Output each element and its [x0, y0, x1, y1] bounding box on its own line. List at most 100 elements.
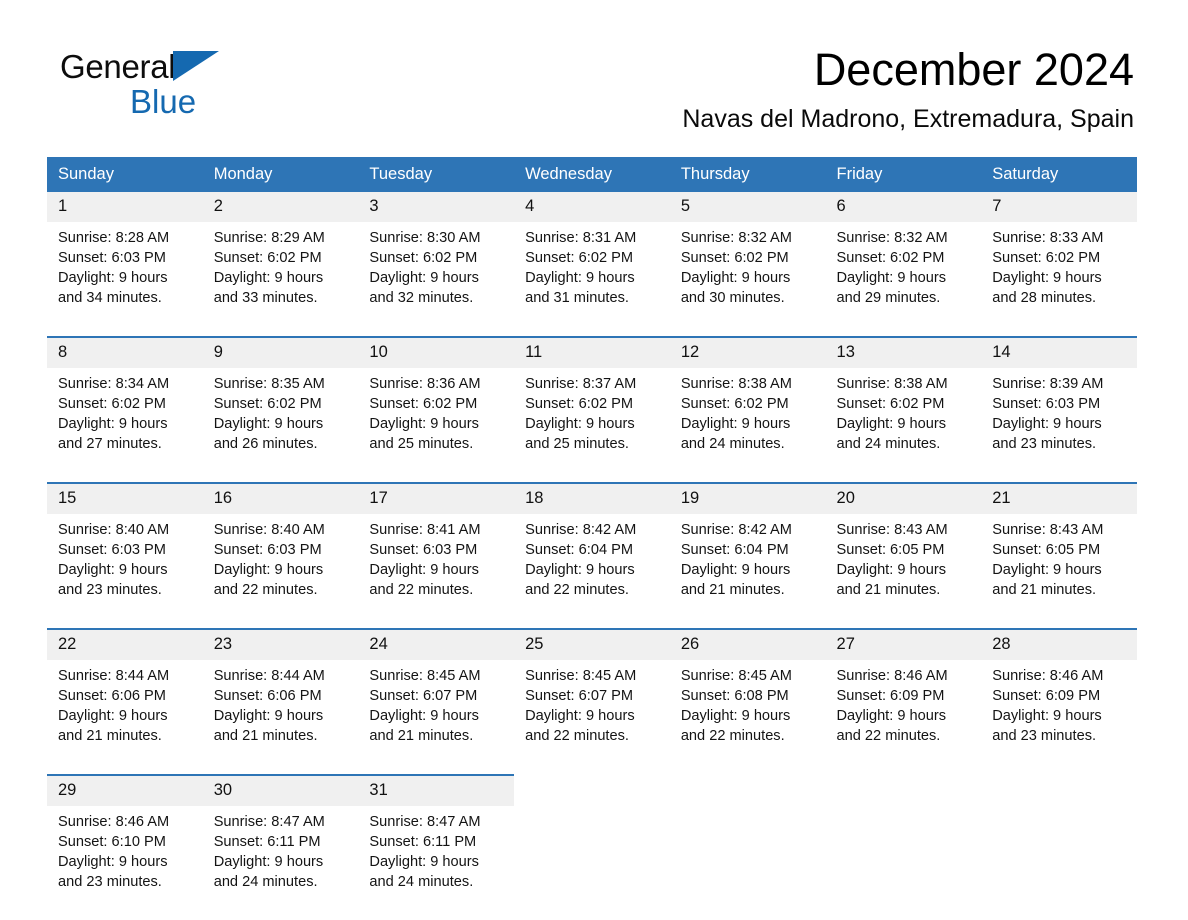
- weekday-header-wednesday: Wednesday: [514, 157, 670, 193]
- day-cell[interactable]: Sunrise: 8:35 AM Sunset: 6:02 PM Dayligh…: [202, 368, 359, 484]
- day-number[interactable]: 3: [358, 192, 515, 223]
- day-number[interactable]: 1: [47, 192, 203, 223]
- day-number[interactable]: 13: [825, 336, 982, 369]
- day-number[interactable]: 28: [981, 628, 1137, 661]
- day-number[interactable]: 24: [358, 628, 515, 661]
- brand-logo[interactable]: General Blue: [60, 48, 290, 120]
- day-cell[interactable]: Sunrise: 8:36 AM Sunset: 6:02 PM Dayligh…: [358, 368, 515, 484]
- sunrise-text: Sunrise: 8:41 AM: [369, 522, 481, 539]
- day-number[interactable]: 21: [981, 482, 1137, 515]
- day-number[interactable]: 11: [514, 336, 670, 369]
- day-number[interactable]: 9: [202, 336, 359, 369]
- daylight-text-line1: Daylight: 9 hours: [992, 270, 1102, 287]
- day-cell[interactable]: Sunrise: 8:42 AM Sunset: 6:04 PM Dayligh…: [514, 514, 670, 630]
- day-number[interactable]: 22: [47, 628, 203, 661]
- daylight-text-line2: and 21 minutes.: [369, 728, 474, 745]
- sunrise-text: Sunrise: 8:46 AM: [992, 668, 1104, 685]
- week-4-date-row: 22 23 24 25 26 27 28: [47, 628, 1137, 661]
- day-number[interactable]: 14: [981, 336, 1137, 369]
- day-number[interactable]: 30: [202, 774, 359, 806]
- day-number[interactable]: 23: [202, 628, 359, 661]
- day-number[interactable]: 25: [514, 628, 670, 661]
- day-cell[interactable]: Sunrise: 8:34 AM Sunset: 6:02 PM Dayligh…: [47, 368, 203, 484]
- day-cell[interactable]: Sunrise: 8:42 AM Sunset: 6:04 PM Dayligh…: [669, 514, 826, 630]
- day-number[interactable]: 15: [47, 482, 203, 515]
- day-number[interactable]: 2: [202, 192, 359, 223]
- sunrise-text: Sunrise: 8:46 AM: [836, 668, 948, 685]
- day-cell[interactable]: Sunrise: 8:28 AM Sunset: 6:03 PM Dayligh…: [47, 222, 203, 338]
- calendar-body: 1 2 3 4 5 6 7 Sunrise: 8:28 AM Sunset: 6…: [47, 192, 1137, 920]
- daylight-text-line1: Daylight: 9 hours: [525, 708, 635, 725]
- sunrise-text: Sunrise: 8:39 AM: [992, 376, 1104, 393]
- day-cell[interactable]: Sunrise: 8:44 AM Sunset: 6:06 PM Dayligh…: [47, 660, 203, 776]
- day-number[interactable]: 27: [825, 628, 982, 661]
- day-cell[interactable]: Sunrise: 8:33 AM Sunset: 6:02 PM Dayligh…: [981, 222, 1137, 338]
- day-number[interactable]: 12: [669, 336, 826, 369]
- day-number[interactable]: 5: [669, 192, 826, 223]
- day-number[interactable]: 19: [669, 482, 826, 515]
- day-number[interactable]: 18: [514, 482, 670, 515]
- day-cell[interactable]: Sunrise: 8:45 AM Sunset: 6:07 PM Dayligh…: [358, 660, 515, 776]
- day-number[interactable]: 16: [202, 482, 359, 515]
- sunrise-text: Sunrise: 8:44 AM: [58, 668, 170, 685]
- weekday-header-tuesday: Tuesday: [358, 157, 515, 193]
- day-number[interactable]: 6: [825, 192, 982, 223]
- day-cell[interactable]: Sunrise: 8:37 AM Sunset: 6:02 PM Dayligh…: [514, 368, 670, 484]
- day-number[interactable]: 29: [47, 774, 203, 806]
- daylight-text-line1: Daylight: 9 hours: [213, 562, 324, 579]
- day-number[interactable]: 20: [825, 482, 982, 515]
- daylight-text-line2: and 22 minutes.: [836, 728, 941, 745]
- day-cell[interactable]: Sunrise: 8:31 AM Sunset: 6:02 PM Dayligh…: [514, 222, 670, 338]
- sunrise-text: Sunrise: 8:37 AM: [525, 376, 637, 393]
- day-cell[interactable]: Sunrise: 8:46 AM Sunset: 6:09 PM Dayligh…: [981, 660, 1137, 776]
- daylight-text-line1: Daylight: 9 hours: [58, 416, 168, 433]
- day-cell[interactable]: Sunrise: 8:30 AM Sunset: 6:02 PM Dayligh…: [358, 222, 515, 338]
- day-number[interactable]: 10: [358, 336, 515, 369]
- daylight-text-line2: and 29 minutes.: [836, 290, 941, 307]
- day-cell[interactable]: Sunrise: 8:43 AM Sunset: 6:05 PM Dayligh…: [981, 514, 1137, 630]
- daylight-text-line2: and 22 minutes.: [680, 728, 785, 745]
- sunset-text: Sunset: 6:10 PM: [58, 834, 166, 851]
- sunrise-text: Sunrise: 8:43 AM: [836, 522, 948, 539]
- day-cell[interactable]: Sunrise: 8:32 AM Sunset: 6:02 PM Dayligh…: [669, 222, 826, 338]
- sunrise-text: Sunrise: 8:45 AM: [680, 668, 792, 685]
- sunset-text: Sunset: 6:06 PM: [58, 688, 166, 705]
- day-number[interactable]: 7: [981, 192, 1137, 223]
- daylight-text-line1: Daylight: 9 hours: [58, 270, 168, 287]
- day-cell[interactable]: Sunrise: 8:38 AM Sunset: 6:02 PM Dayligh…: [669, 368, 826, 484]
- sunrise-text: Sunrise: 8:44 AM: [213, 668, 325, 685]
- day-cell[interactable]: Sunrise: 8:39 AM Sunset: 6:03 PM Dayligh…: [981, 368, 1137, 484]
- day-cell[interactable]: Sunrise: 8:32 AM Sunset: 6:02 PM Dayligh…: [825, 222, 982, 338]
- week-1-date-row: 1 2 3 4 5 6 7: [47, 192, 1137, 223]
- daylight-text-line1: Daylight: 9 hours: [525, 416, 635, 433]
- day-cell[interactable]: Sunrise: 8:40 AM Sunset: 6:03 PM Dayligh…: [47, 514, 203, 630]
- day-cell[interactable]: Sunrise: 8:43 AM Sunset: 6:05 PM Dayligh…: [825, 514, 982, 630]
- sunrise-text: Sunrise: 8:38 AM: [680, 376, 792, 393]
- sunset-text: Sunset: 6:03 PM: [58, 250, 166, 267]
- day-number[interactable]: 31: [358, 774, 515, 806]
- day-number[interactable]: 8: [47, 336, 203, 369]
- day-cell[interactable]: Sunrise: 8:41 AM Sunset: 6:03 PM Dayligh…: [358, 514, 515, 630]
- title-block: December 2024 Navas del Madrono, Extrema…: [682, 46, 1134, 134]
- day-number[interactable]: 17: [358, 482, 515, 515]
- day-number[interactable]: 26: [669, 628, 826, 661]
- sunrise-text: Sunrise: 8:38 AM: [836, 376, 948, 393]
- day-cell[interactable]: Sunrise: 8:40 AM Sunset: 6:03 PM Dayligh…: [202, 514, 359, 630]
- day-number[interactable]: 4: [514, 192, 670, 223]
- daylight-text-line1: Daylight: 9 hours: [58, 562, 168, 579]
- day-cell[interactable]: Sunrise: 8:45 AM Sunset: 6:08 PM Dayligh…: [669, 660, 826, 776]
- day-cell[interactable]: Sunrise: 8:38 AM Sunset: 6:02 PM Dayligh…: [825, 368, 982, 484]
- day-cell[interactable]: Sunrise: 8:46 AM Sunset: 6:09 PM Dayligh…: [825, 660, 982, 776]
- day-number-empty: [669, 775, 826, 806]
- weekday-header-sunday: Sunday: [47, 157, 203, 193]
- day-cell[interactable]: Sunrise: 8:46 AM Sunset: 6:10 PM Dayligh…: [47, 805, 203, 920]
- page-header: General Blue December 2024 Navas del Mad…: [0, 0, 1188, 133]
- day-cell[interactable]: Sunrise: 8:47 AM Sunset: 6:11 PM Dayligh…: [202, 805, 359, 920]
- day-cell[interactable]: Sunrise: 8:47 AM Sunset: 6:11 PM Dayligh…: [358, 805, 515, 920]
- day-cell[interactable]: Sunrise: 8:44 AM Sunset: 6:06 PM Dayligh…: [202, 660, 359, 776]
- daylight-text-line1: Daylight: 9 hours: [680, 562, 791, 579]
- day-cell[interactable]: Sunrise: 8:45 AM Sunset: 6:07 PM Dayligh…: [514, 660, 670, 776]
- daylight-text-line1: Daylight: 9 hours: [369, 416, 479, 433]
- day-cell[interactable]: Sunrise: 8:29 AM Sunset: 6:02 PM Dayligh…: [202, 222, 359, 338]
- daylight-text-line1: Daylight: 9 hours: [369, 708, 479, 725]
